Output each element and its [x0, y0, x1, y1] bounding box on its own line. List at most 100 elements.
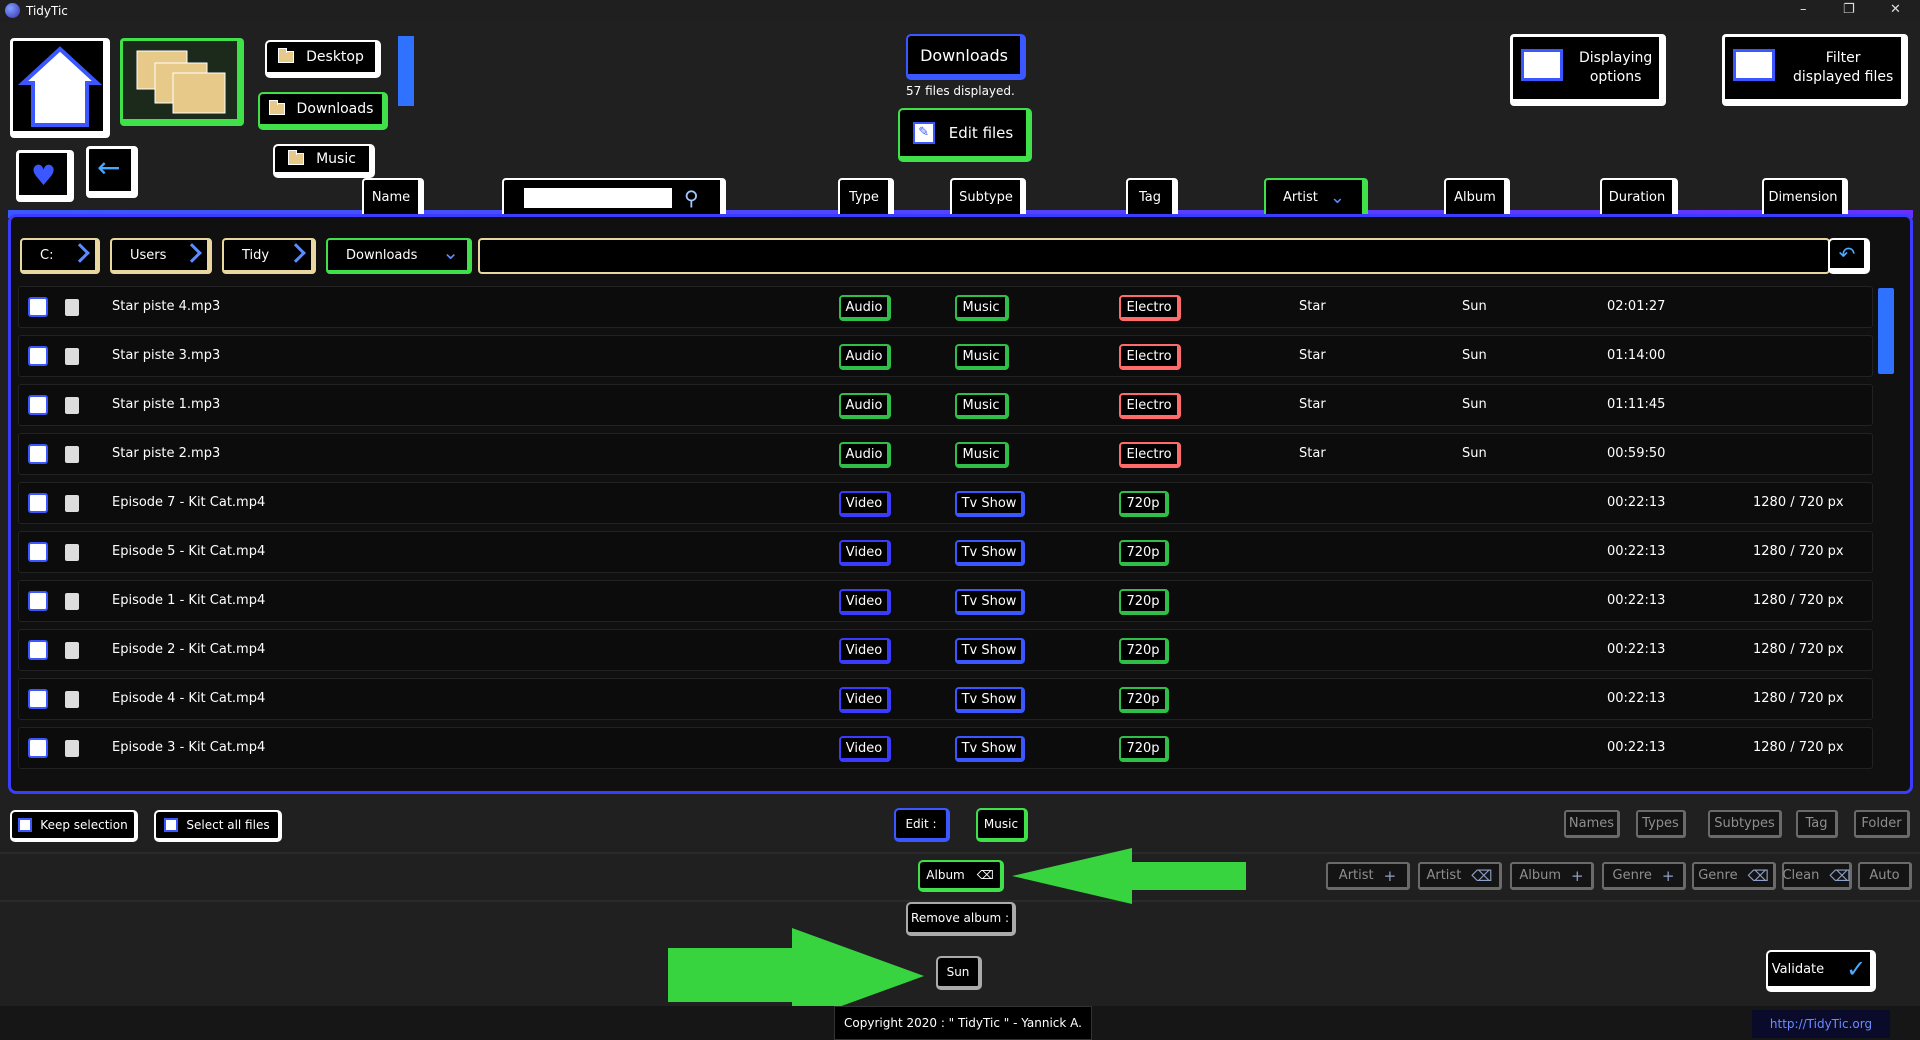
- tag-action-chip[interactable]: Auto: [1858, 862, 1912, 890]
- folders-button[interactable]: [120, 38, 244, 126]
- subtype-badge[interactable]: Tv Show: [955, 638, 1025, 664]
- row-checkbox[interactable]: [28, 689, 48, 709]
- table-row[interactable]: Star piste 3.mp3 Audio Music Electro Sta…: [18, 335, 1873, 377]
- music-edit-button[interactable]: Music: [976, 808, 1028, 842]
- displaying-options-button[interactable]: Displaying options: [1510, 34, 1666, 106]
- list-scrollbar[interactable]: [1878, 288, 1894, 374]
- subtype-badge[interactable]: Music: [955, 344, 1009, 370]
- album-field-button[interactable]: Album ⌫: [918, 860, 1004, 892]
- subtype-badge[interactable]: Tv Show: [955, 589, 1025, 615]
- type-badge[interactable]: Audio: [839, 295, 891, 321]
- search-input[interactable]: [524, 187, 672, 208]
- website-link[interactable]: http://TidyTic.org: [1752, 1010, 1890, 1038]
- type-badge[interactable]: Video: [839, 687, 891, 713]
- type-badge[interactable]: Audio: [839, 393, 891, 419]
- tag-badge[interactable]: Electro: [1119, 393, 1181, 419]
- file-icon: [65, 446, 79, 463]
- subtype-badge[interactable]: Tv Show: [955, 491, 1025, 517]
- type-badge[interactable]: Video: [839, 589, 891, 615]
- tag-badge[interactable]: Electro: [1119, 344, 1181, 370]
- breadcrumb-c[interactable]: C:: [20, 238, 100, 274]
- table-row[interactable]: Episode 1 - Kit Cat.mp4 Video Tv Show 72…: [18, 580, 1873, 622]
- filter-chip[interactable]: Names: [1564, 810, 1620, 838]
- row-checkbox[interactable]: [28, 591, 48, 611]
- table-row[interactable]: Episode 4 - Kit Cat.mp4 Video Tv Show 72…: [18, 678, 1873, 720]
- row-checkbox[interactable]: [28, 346, 48, 366]
- nav-scrollbar[interactable]: [398, 36, 414, 106]
- duration-cell: 00:59:50: [1607, 446, 1666, 461]
- nav-desktop-button[interactable]: Desktop: [265, 40, 381, 78]
- tag-action-chip[interactable]: Album +: [1510, 862, 1594, 890]
- table-row[interactable]: Episode 7 - Kit Cat.mp4 Video Tv Show 72…: [18, 482, 1873, 524]
- tag-badge[interactable]: 720p: [1119, 736, 1169, 762]
- filter-displayed-files-button[interactable]: Filter displayed files: [1722, 34, 1908, 106]
- subtype-badge[interactable]: Tv Show: [955, 540, 1025, 566]
- arrow-left-icon: ←: [97, 151, 121, 184]
- filter-line1: Filter: [1825, 50, 1861, 66]
- subtype-badge[interactable]: Music: [955, 442, 1009, 468]
- type-badge[interactable]: Video: [839, 540, 891, 566]
- table-row[interactable]: Episode 2 - Kit Cat.mp4 Video Tv Show 72…: [18, 629, 1873, 671]
- row-checkbox[interactable]: [28, 640, 48, 660]
- tag-action-chip[interactable]: Genre +: [1602, 862, 1686, 890]
- minimize-icon[interactable]: –: [1800, 2, 1807, 17]
- edit-mode-button[interactable]: Edit :: [894, 808, 950, 842]
- tag-badge[interactable]: 720p: [1119, 589, 1169, 615]
- table-row[interactable]: Episode 5 - Kit Cat.mp4 Video Tv Show 72…: [18, 531, 1873, 573]
- table-row[interactable]: Star piste 1.mp3 Audio Music Electro Sta…: [18, 384, 1873, 426]
- favorites-button[interactable]: ♥: [16, 150, 74, 202]
- row-checkbox[interactable]: [28, 297, 48, 317]
- keep-selection-button[interactable]: Keep selection: [10, 810, 138, 842]
- filter-chip[interactable]: Folder: [1854, 810, 1910, 838]
- filter-chip[interactable]: Tag: [1796, 810, 1838, 838]
- type-badge[interactable]: Video: [839, 736, 891, 762]
- nav-music-button[interactable]: Music: [273, 144, 375, 178]
- subtype-badge[interactable]: Tv Show: [955, 687, 1025, 713]
- filter-chip[interactable]: Subtypes: [1708, 810, 1782, 838]
- row-checkbox[interactable]: [28, 493, 48, 513]
- close-icon[interactable]: ✕: [1890, 2, 1901, 17]
- maximize-icon[interactable]: ❐: [1843, 2, 1855, 17]
- file-name: Star piste 3.mp3: [112, 348, 221, 363]
- edit-files-button[interactable]: ✎ Edit files: [898, 108, 1032, 162]
- filter-chip[interactable]: Types: [1636, 810, 1686, 838]
- breadcrumb-downloads[interactable]: Downloads ⌄: [326, 238, 472, 274]
- tag-badge[interactable]: 720p: [1119, 540, 1169, 566]
- path-bar[interactable]: [478, 238, 1830, 274]
- row-checkbox[interactable]: [28, 738, 48, 758]
- tag-badge[interactable]: Electro: [1119, 295, 1181, 321]
- subtype-badge[interactable]: Music: [955, 295, 1009, 321]
- row-checkbox[interactable]: [28, 542, 48, 562]
- row-checkbox[interactable]: [28, 395, 48, 415]
- type-badge[interactable]: Video: [839, 491, 891, 517]
- table-row[interactable]: Star piste 2.mp3 Audio Music Electro Sta…: [18, 433, 1873, 475]
- tag-badge[interactable]: Electro: [1119, 442, 1181, 468]
- type-badge[interactable]: Audio: [839, 442, 891, 468]
- tag-badge[interactable]: 720p: [1119, 638, 1169, 664]
- type-badge[interactable]: Video: [839, 638, 891, 664]
- select-all-button[interactable]: Select all files: [154, 810, 282, 842]
- tag-action-chip[interactable]: Genre ⌫: [1692, 862, 1776, 890]
- table-row[interactable]: Episode 3 - Kit Cat.mp4 Video Tv Show 72…: [18, 727, 1873, 769]
- nav-downloads-button[interactable]: Downloads: [258, 92, 388, 130]
- album-value-sun[interactable]: Sun: [936, 956, 982, 990]
- filter-icon: [1733, 49, 1775, 81]
- breadcrumb-tidy[interactable]: Tidy: [222, 238, 316, 274]
- back-button[interactable]: ←: [86, 146, 138, 198]
- col-dimension-label: Dimension: [1768, 190, 1838, 205]
- type-badge[interactable]: Audio: [839, 344, 891, 370]
- tag-action-chip[interactable]: Artist +: [1326, 862, 1410, 890]
- tag-badge[interactable]: 720p: [1119, 491, 1169, 517]
- subtype-badge[interactable]: Tv Show: [955, 736, 1025, 762]
- subtype-badge[interactable]: Music: [955, 393, 1009, 419]
- current-folder-button[interactable]: Downloads: [906, 34, 1026, 80]
- tag-badge[interactable]: 720p: [1119, 687, 1169, 713]
- table-row[interactable]: Star piste 4.mp3 Audio Music Electro Sta…: [18, 286, 1873, 328]
- home-button[interactable]: [10, 38, 110, 138]
- validate-button[interactable]: Validate ✓: [1766, 950, 1876, 992]
- breadcrumb-users[interactable]: Users: [110, 238, 212, 274]
- tag-action-chip[interactable]: Artist ⌫: [1418, 862, 1502, 890]
- undo-path-button[interactable]: ↶: [1828, 238, 1870, 274]
- row-checkbox[interactable]: [28, 444, 48, 464]
- tag-action-chip[interactable]: Clean ⌫: [1782, 862, 1852, 890]
